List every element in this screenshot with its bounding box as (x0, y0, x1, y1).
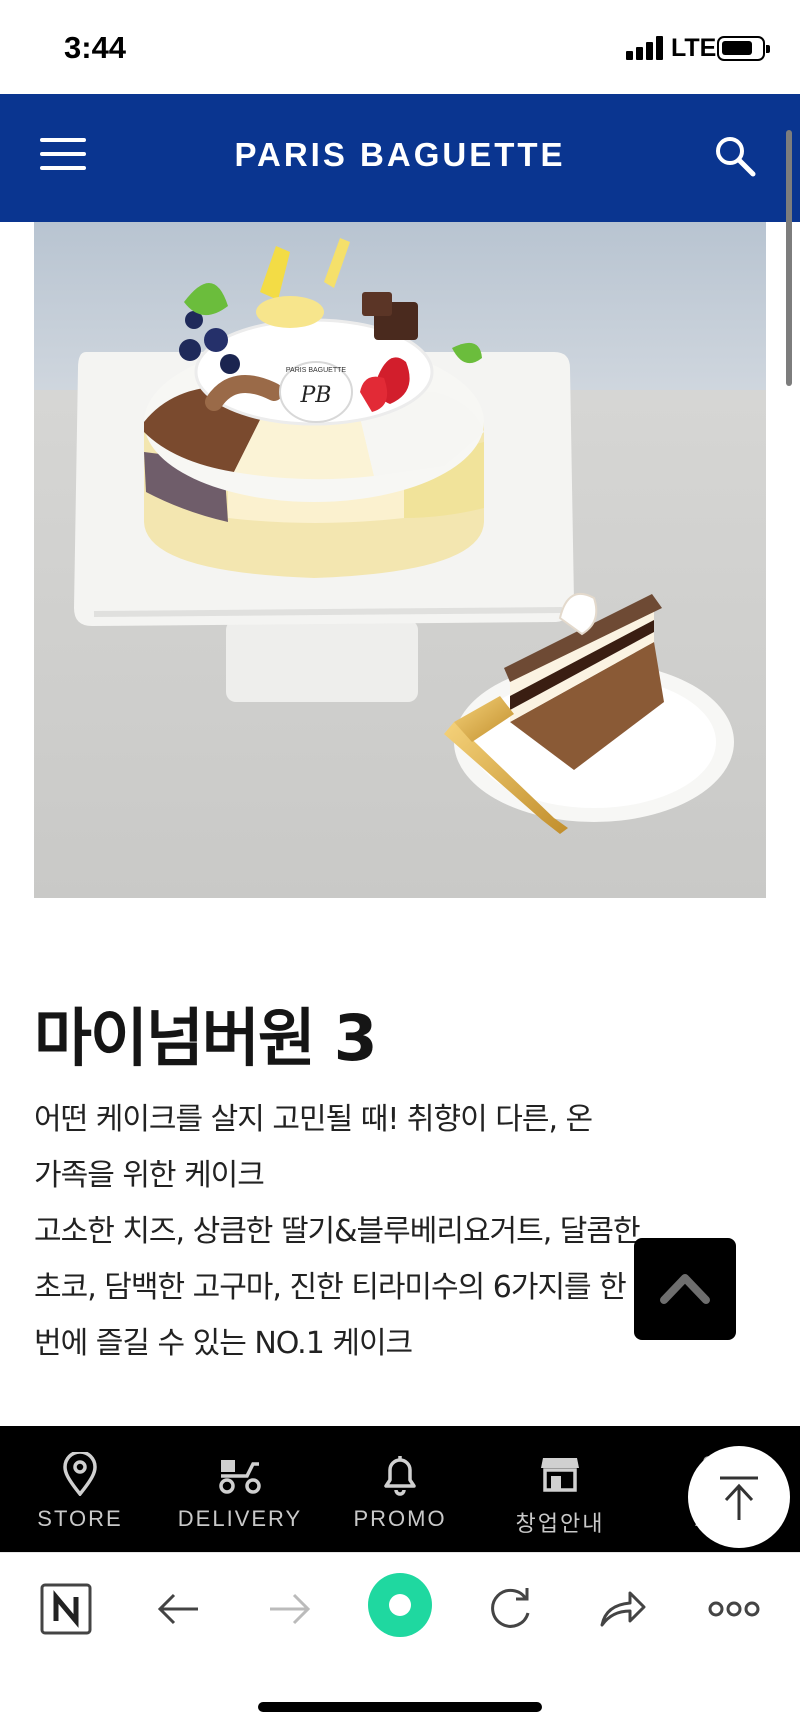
nav-label: 창업안내 (515, 1511, 605, 1536)
back-arrow-icon[interactable] (148, 1579, 208, 1639)
bell-icon (384, 1456, 416, 1496)
reload-icon[interactable] (480, 1579, 540, 1639)
storefront-icon (541, 1458, 579, 1492)
floating-top-button[interactable] (688, 1446, 790, 1548)
status-time: 3:44 (64, 30, 127, 65)
product-title: 마이넘버원 3 (34, 1002, 378, 1075)
cake-badge-text: PARIS BAGUETTE (286, 367, 346, 374)
description-line: 가족을 위한 케이크 (34, 1158, 265, 1193)
description-line: 어떤 케이크를 살지 고민될 때! 취향이 다른, 온 (34, 1102, 593, 1137)
scroll-to-top-button[interactable] (634, 1238, 736, 1340)
nav-item-store[interactable]: STORE (0, 1426, 160, 1552)
scooter-icon (219, 1460, 261, 1494)
site-header: PARIS BAGUETTE (0, 94, 800, 222)
nav-label: PROMO (353, 1506, 447, 1531)
forward-arrow-icon[interactable] (260, 1579, 320, 1639)
brand-logo[interactable]: PARIS BAGUETTE (0, 136, 800, 174)
bottom-nav: STORE DELIVERY PROMO 창업안내 APP (0, 1426, 800, 1552)
home-indicator (258, 1702, 542, 1712)
share-icon[interactable] (592, 1579, 652, 1639)
arrow-up-icon (720, 1476, 758, 1520)
naver-n-icon[interactable] (36, 1579, 96, 1639)
nav-item-delivery[interactable]: DELIVERY (160, 1426, 320, 1552)
product-image: PARIS BAGUETTE PB (34, 222, 766, 898)
network-type: LTE (671, 34, 717, 62)
location-pin-icon (63, 1452, 97, 1496)
nav-label: STORE (37, 1506, 123, 1531)
more-icon[interactable] (704, 1579, 764, 1639)
nav-item-promo[interactable]: PROMO (320, 1426, 480, 1552)
page-scrollbar[interactable] (786, 130, 792, 386)
chevron-up-icon (660, 1274, 710, 1304)
search-icon[interactable] (713, 134, 757, 178)
nav-label: DELIVERY (177, 1506, 303, 1531)
status-bar: 3:44 LTE (0, 0, 800, 94)
signal-icon (626, 36, 664, 60)
battery-icon (717, 36, 770, 61)
green-home-icon[interactable] (362, 1567, 438, 1643)
cake-badge-monogram: PB (300, 383, 332, 408)
nav-item-franchise[interactable]: 창업안내 (480, 1426, 640, 1552)
